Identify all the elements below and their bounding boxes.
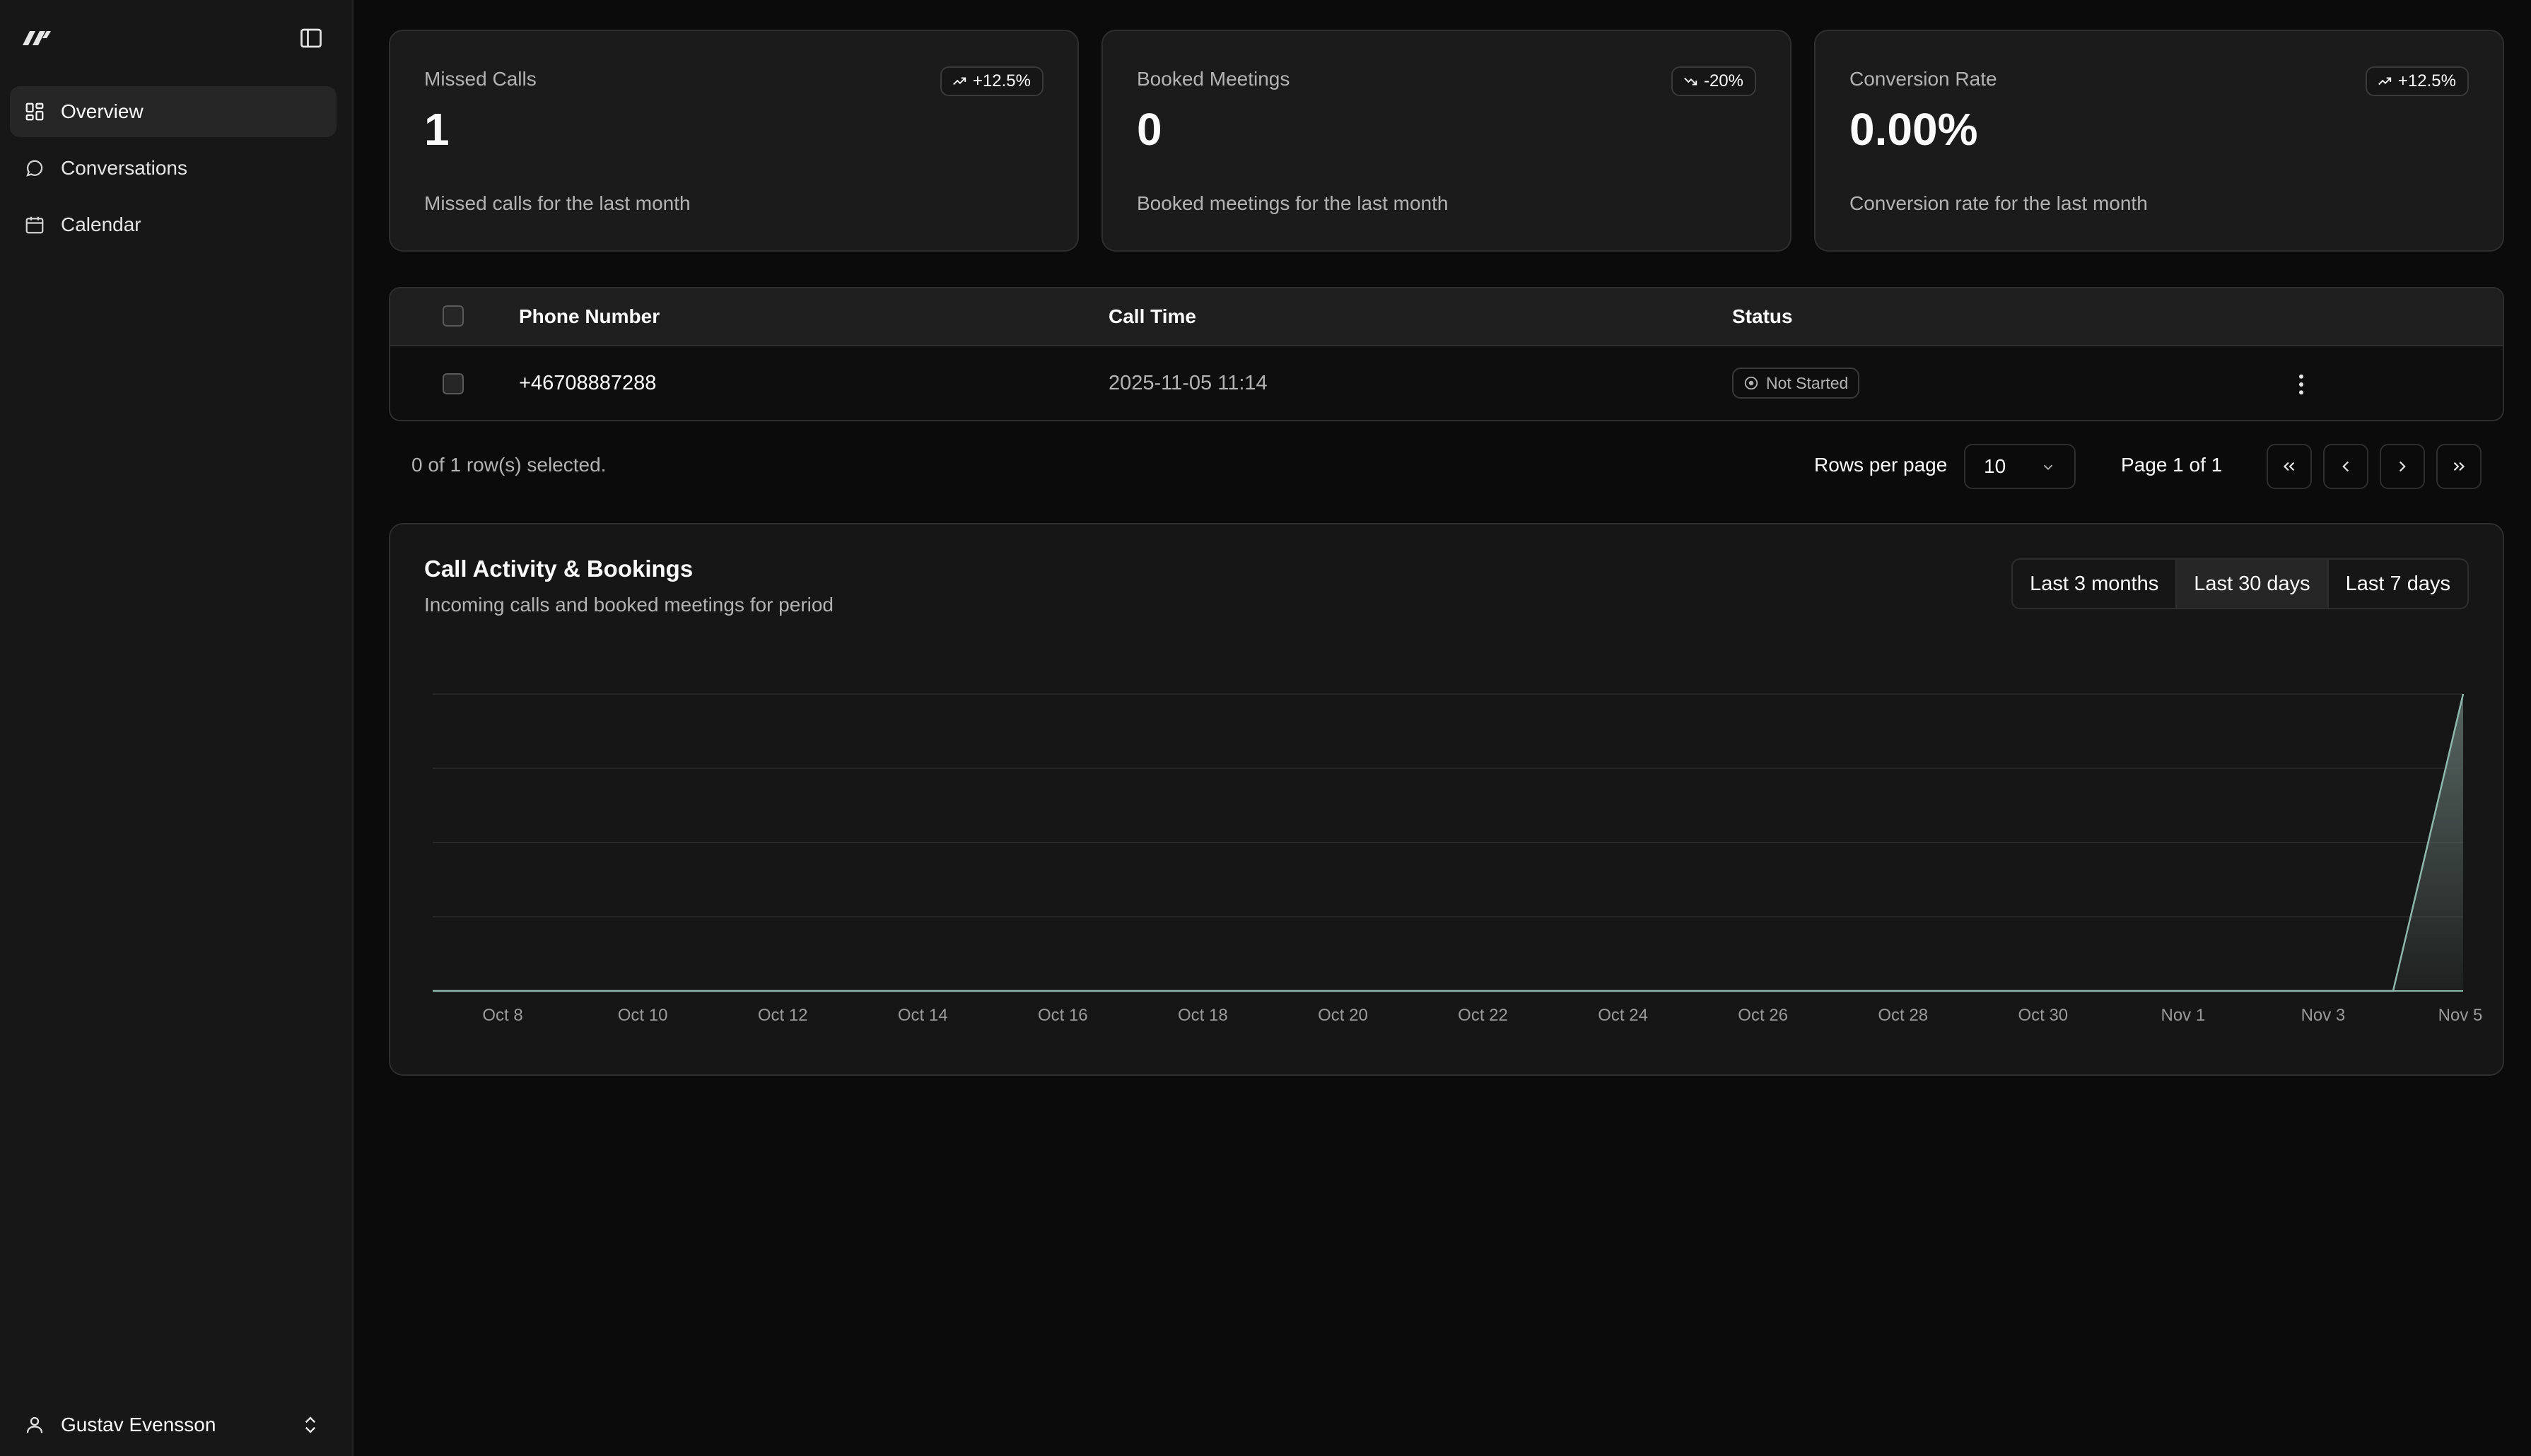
rows-per-page-select[interactable]: 10 [1964, 444, 2076, 489]
circle-dot-icon [1744, 376, 1758, 390]
user-name: Gustav Evensson [61, 1414, 216, 1436]
page-info: Page 1 of 1 [2121, 454, 2223, 476]
rows-per-page-value: 10 [1984, 455, 2006, 477]
more-vertical-icon[interactable] [2291, 370, 2312, 399]
chevron-left-icon [2342, 461, 2349, 472]
previous-page-button[interactable] [2323, 444, 2368, 489]
chart-subtitle: Incoming calls and booked meetings for p… [424, 594, 834, 616]
chart-x-tick-label: Oct 30 [2018, 1006, 2068, 1025]
chevrons-left-icon [2283, 462, 2295, 471]
sidebar-item-label: Conversations [61, 157, 187, 179]
stat-value: 0.00% [1849, 104, 1978, 155]
stat-card-conversion-rate: Conversion Rate 0.00% Conversion rate fo… [1814, 30, 2504, 252]
chevron-down-icon [2043, 464, 2053, 471]
stat-title: Conversion Rate [1849, 68, 1997, 90]
user-icon [24, 1414, 45, 1436]
last-page-button[interactable] [2436, 444, 2482, 489]
call-activity-chart-card: Oct 8 Oct 10 Oct 12 Oct 14 Oct 16 Oct 18 Oct 2… [389, 523, 2504, 1076]
trend-badge: -20% [1671, 66, 1756, 96]
chart-x-tick-label: Oct 26 [1738, 1006, 1788, 1025]
chart-title: Call Activity & Bookings [424, 556, 694, 582]
range-last-30-days[interactable]: Last 30 days [2175, 560, 2327, 608]
range-last-3-months[interactable]: Last 3 months [2013, 560, 2175, 608]
sidebar-item-calendar[interactable]: Calendar [10, 199, 337, 250]
dashboard-grid-icon [24, 101, 45, 122]
selection-count: 0 of 1 row(s) selected. [411, 454, 607, 476]
status-label: Not Started [1766, 373, 1849, 392]
stat-description: Conversion rate for the last month [1849, 192, 2148, 214]
message-circle-icon [24, 158, 45, 179]
chart-x-tick-label: Nov 1 [2161, 1006, 2206, 1025]
chart-x-tick-label: Oct 12 [758, 1006, 808, 1025]
sidebar-nav: Overview Conversations Calendar [10, 86, 337, 256]
rows-per-page-label: Rows per page [1814, 454, 1948, 476]
next-page-button[interactable] [2380, 444, 2425, 489]
select-all-checkbox[interactable] [443, 305, 464, 327]
trend-value: +12.5% [972, 71, 1031, 90]
column-header-call-time[interactable]: Call Time [1109, 305, 1196, 328]
chart-x-tick-label: Oct 24 [1598, 1006, 1648, 1025]
cell-call-time: 2025-11-05 11:14 [1109, 372, 1268, 394]
stat-description: Booked meetings for the last month [1137, 192, 1449, 214]
table-row[interactable]: +46708887288 2025-11-05 11:14 Not Starte… [390, 346, 2503, 420]
cell-phone-number: +46708887288 [519, 372, 657, 394]
chart-x-tick-label: Oct 10 [618, 1006, 668, 1025]
table-header: Phone Number Call Time Status [390, 288, 2503, 346]
chart-x-tick-label: Oct 8 [482, 1006, 522, 1025]
trend-badge: +12.5% [2365, 66, 2469, 96]
trending-up-icon [2378, 77, 2392, 86]
trending-up-icon [953, 77, 966, 86]
sidebar-toggle-icon[interactable] [298, 25, 324, 51]
sidebar-item-label: Calendar [61, 213, 141, 235]
chevrons-right-icon [2453, 462, 2465, 471]
stat-description: Missed calls for the last month [424, 192, 691, 214]
column-header-phone[interactable]: Phone Number [519, 305, 660, 328]
chevron-right-icon [2399, 461, 2406, 472]
stat-card-booked-meetings: Booked Meetings 0 Booked meetings for th… [1101, 30, 1791, 252]
trend-value: +12.5% [2397, 71, 2456, 90]
chart-x-tick-label: Oct 28 [1878, 1006, 1928, 1025]
stat-title: Missed Calls [424, 68, 537, 90]
stat-value: 1 [424, 104, 450, 155]
column-header-status[interactable]: Status [1732, 305, 1793, 328]
trend-value: -20% [1703, 71, 1743, 90]
user-menu[interactable]: Gustav Evensson [10, 1399, 337, 1450]
sidebar: Overview Conversations Calendar Gustav E… [0, 0, 353, 1456]
calendar-icon [24, 214, 45, 235]
chart-x-tick-label: Nov 5 [2438, 1006, 2483, 1025]
chart-x-tick-label: Oct 14 [898, 1006, 948, 1025]
chart-x-tick-label: Oct 20 [1318, 1006, 1368, 1025]
row-checkbox[interactable] [443, 373, 464, 394]
range-last-7-days[interactable]: Last 7 days [2327, 560, 2467, 608]
status-badge: Not Started [1732, 368, 1860, 399]
chart-x-tick-label: Nov 3 [2301, 1006, 2346, 1025]
chart-x-tick-label: Oct 18 [1178, 1006, 1228, 1025]
trending-down-icon [1684, 77, 1697, 86]
sidebar-item-overview[interactable]: Overview [10, 86, 337, 137]
trend-badge: +12.5% [940, 66, 1044, 96]
brand-logo-icon[interactable] [21, 27, 52, 48]
chart-x-tick-label: Oct 16 [1038, 1006, 1088, 1025]
first-page-button[interactable] [2267, 444, 2312, 489]
chart-x-tick-label: Oct 22 [1458, 1006, 1508, 1025]
time-range-toggle: Last 3 months Last 30 days Last 7 days [2011, 558, 2469, 609]
stat-card-missed-calls: Missed Calls 1 Missed calls for the last… [389, 30, 1079, 252]
app-root: Overview Conversations Calendar Gustav E… [0, 0, 2531, 1456]
sidebar-item-label: Overview [61, 100, 144, 122]
stat-title: Booked Meetings [1137, 68, 1290, 90]
stat-value: 0 [1137, 104, 1162, 155]
chevrons-up-down-icon[interactable] [300, 1414, 321, 1436]
sidebar-item-conversations[interactable]: Conversations [10, 143, 337, 194]
calls-table: Phone Number Call Time Status +467088872… [389, 287, 2504, 421]
